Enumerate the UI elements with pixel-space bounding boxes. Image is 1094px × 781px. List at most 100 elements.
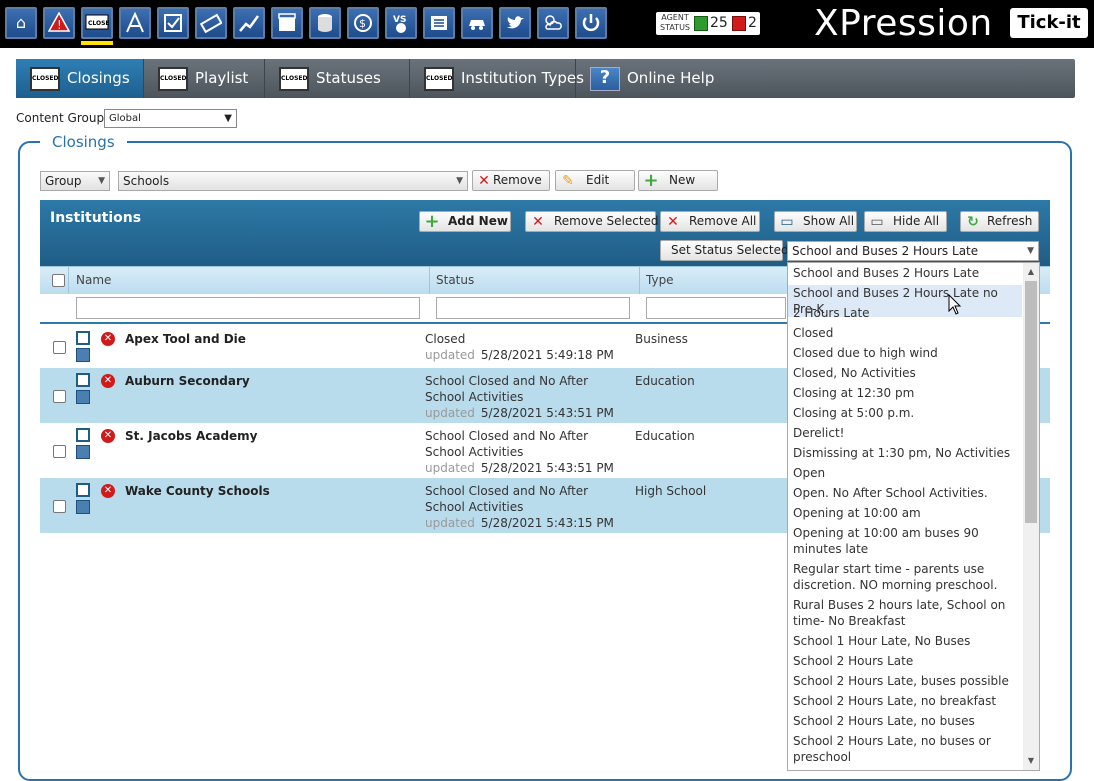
select-all-checkbox[interactable] bbox=[52, 274, 65, 287]
status-dropdown-list[interactable]: School and Buses 2 Hours Late School and… bbox=[787, 262, 1040, 771]
tab-label: Closings bbox=[67, 69, 130, 87]
scrollbar-thumb[interactable] bbox=[1025, 281, 1037, 523]
image-icon[interactable] bbox=[76, 500, 90, 514]
chevron-down-icon: ▼ bbox=[224, 113, 232, 124]
closed-sign-icon[interactable]: CLOSED bbox=[81, 7, 113, 45]
status-option[interactable]: 2 Hours Late bbox=[788, 305, 1022, 321]
column-header-type[interactable]: Type bbox=[646, 273, 674, 287]
monitor-off-icon: ▭ bbox=[870, 214, 884, 230]
checklist-icon[interactable] bbox=[157, 7, 189, 39]
tab-label: Institution Types bbox=[461, 69, 584, 87]
tab-playlist[interactable]: CLOSED Playlist bbox=[144, 59, 265, 98]
tab-statuses[interactable]: CLOSED Statuses bbox=[265, 59, 410, 98]
group-select[interactable]: Group ▼ bbox=[40, 171, 110, 191]
versus-icon[interactable]: VS bbox=[385, 7, 417, 39]
status-option[interactable]: School 2 Hours Late bbox=[788, 653, 1022, 669]
group-select-value: Group bbox=[45, 174, 82, 188]
type-filter-input[interactable] bbox=[646, 297, 786, 319]
plus-icon: + bbox=[424, 211, 440, 232]
institution-name: Wake County Schools bbox=[125, 484, 270, 498]
institution-type: Education bbox=[635, 429, 695, 443]
remove-all-button[interactable]: ✕ Remove All bbox=[660, 211, 760, 232]
show-all-button[interactable]: ▭ Show All bbox=[774, 211, 857, 232]
tab-institution-types[interactable]: CLOSED Institution Types bbox=[410, 59, 584, 98]
tab-closings[interactable]: CLOSED Closings bbox=[16, 59, 144, 98]
money-icon[interactable]: $ bbox=[347, 7, 379, 39]
ticket-icon[interactable] bbox=[195, 7, 227, 39]
delete-icon[interactable]: ✕ bbox=[101, 429, 115, 443]
row-checkbox[interactable] bbox=[53, 500, 66, 513]
status-option[interactable]: Derelict! bbox=[788, 425, 1022, 441]
compass-icon[interactable] bbox=[119, 7, 151, 39]
newspaper-icon[interactable] bbox=[423, 7, 455, 39]
status-option[interactable]: Open. No After School Activities. bbox=[788, 485, 1022, 501]
status-option[interactable]: School 2 Hours Late, no buses bbox=[788, 713, 1022, 729]
dropdown-scrollbar[interactable]: ▲ ▼ bbox=[1023, 263, 1039, 770]
schools-select[interactable]: Schools ▼ bbox=[118, 171, 468, 191]
status-option[interactable]: Rural Buses 2 hours late, School on time… bbox=[788, 597, 1022, 629]
stock-chart-icon[interactable] bbox=[233, 7, 265, 39]
name-filter-input[interactable] bbox=[76, 297, 420, 319]
add-new-button[interactable]: + Add New bbox=[419, 211, 511, 232]
edit-group-button[interactable]: ✎ Edit bbox=[555, 170, 635, 191]
closed-sign-icon: CLOSED bbox=[30, 67, 60, 91]
status-option[interactable]: School 2 Hours Late, no breakfast bbox=[788, 693, 1022, 709]
status-option[interactable]: Open bbox=[788, 465, 1022, 481]
edit-icon[interactable] bbox=[76, 483, 90, 497]
remove-group-button[interactable]: ✕ Remove bbox=[472, 170, 550, 191]
column-header-status[interactable]: Status bbox=[436, 273, 474, 287]
delete-icon[interactable]: ✕ bbox=[101, 484, 115, 498]
status-option[interactable]: Closed, No Activities bbox=[788, 365, 1022, 381]
status-option[interactable]: Closed bbox=[788, 325, 1022, 341]
weather-icon[interactable] bbox=[537, 7, 569, 39]
svg-text:CLOSED: CLOSED bbox=[88, 20, 109, 27]
twitter-icon[interactable] bbox=[499, 7, 531, 39]
set-status-selected-button[interactable]: Set Status Selected bbox=[660, 240, 789, 261]
status-option[interactable]: Regular start time - parents use discret… bbox=[788, 561, 1022, 593]
edit-icon[interactable] bbox=[76, 331, 90, 345]
remove-selected-button[interactable]: ✕ Remove Selected bbox=[525, 211, 659, 232]
power-icon[interactable] bbox=[575, 7, 607, 39]
status-option[interactable]: School 1 Hour Late, No Buses bbox=[788, 633, 1022, 649]
status-option[interactable]: Opening at 10:00 am buses 90 minutes lat… bbox=[788, 525, 1022, 557]
content-group-select[interactable]: Global ▼ bbox=[104, 109, 237, 128]
image-icon[interactable] bbox=[76, 445, 90, 459]
new-group-button[interactable]: + New bbox=[638, 170, 718, 191]
agent-offline-icon bbox=[732, 16, 746, 31]
delete-icon[interactable]: ✕ bbox=[101, 374, 115, 388]
row-checkbox[interactable] bbox=[53, 341, 66, 354]
agent-status[interactable]: AGENT STATUS 25 2 bbox=[656, 12, 760, 35]
status-option[interactable]: School 2 Hours Late, buses possible bbox=[788, 673, 1022, 689]
status-option[interactable]: Opening at 10:00 am bbox=[788, 505, 1022, 521]
edit-icon[interactable] bbox=[76, 373, 90, 387]
status-select[interactable]: School and Buses 2 Hours Late ▼ bbox=[787, 241, 1039, 261]
status-option[interactable]: School and Buses 2 Hours Late bbox=[788, 265, 1022, 281]
new-label: New bbox=[669, 173, 696, 187]
tab-online-help[interactable]: ? Online Help bbox=[576, 59, 726, 98]
status-option[interactable]: Dismissing at 1:30 pm, No Activities bbox=[788, 445, 1022, 461]
car-icon[interactable] bbox=[461, 7, 493, 39]
row-checkbox[interactable] bbox=[53, 390, 66, 403]
database-icon[interactable] bbox=[309, 7, 341, 39]
column-header-name[interactable]: Name bbox=[76, 273, 111, 287]
hide-all-button[interactable]: ▭ Hide All bbox=[864, 211, 947, 232]
status-option[interactable]: Closed due to high wind bbox=[788, 345, 1022, 361]
delete-icon[interactable]: ✕ bbox=[101, 332, 115, 346]
status-option[interactable]: Closing at 12:30 pm bbox=[788, 385, 1022, 401]
institution-status: School Closed and No After School Activi… bbox=[425, 428, 625, 476]
status-option[interactable]: School 2 Hours Late, no buses or prescho… bbox=[788, 733, 1022, 765]
edit-icon[interactable] bbox=[76, 428, 90, 442]
row-checkbox[interactable] bbox=[53, 445, 66, 458]
remove-all-label: Remove All bbox=[689, 214, 757, 228]
status-option[interactable]: Closing at 5:00 p.m. bbox=[788, 405, 1022, 421]
status-filter-input[interactable] bbox=[436, 297, 630, 319]
scroll-down-icon[interactable]: ▼ bbox=[1023, 754, 1039, 768]
refresh-button[interactable]: ↻ Refresh bbox=[960, 211, 1039, 232]
warning-icon[interactable]: ! bbox=[43, 7, 75, 39]
image-icon[interactable] bbox=[76, 348, 90, 362]
image-icon[interactable] bbox=[76, 390, 90, 404]
scroll-up-icon[interactable]: ▲ bbox=[1023, 265, 1039, 279]
home-icon[interactable]: ⌂ bbox=[5, 7, 37, 39]
help-icon: ? bbox=[590, 67, 620, 91]
film-icon[interactable] bbox=[271, 7, 303, 39]
